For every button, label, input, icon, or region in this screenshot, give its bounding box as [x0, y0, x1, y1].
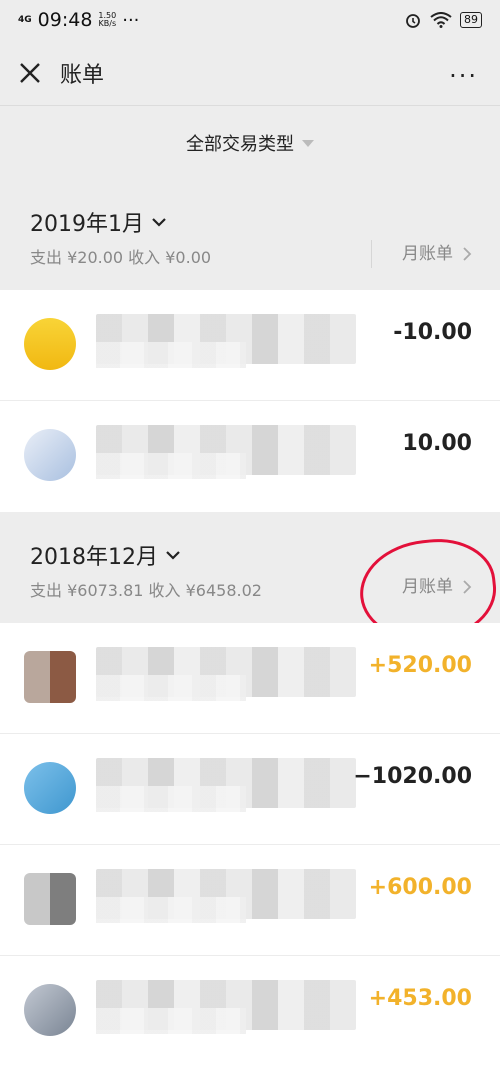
avatar	[24, 984, 76, 1036]
filter-label: 全部交易类型	[186, 134, 294, 155]
monthly-bill-label: 月账单	[402, 244, 453, 264]
status-left: 4G 09:48 1.50 KB/s ···	[18, 9, 139, 31]
caret-down-icon	[302, 139, 314, 147]
transaction-row[interactable]: 10.00	[0, 401, 500, 512]
transaction-row[interactable]: +453.00	[0, 956, 500, 1067]
transaction-time-redacted	[96, 675, 246, 701]
monthly-bill-link[interactable]: 月账单	[371, 240, 472, 268]
more-options-button[interactable]: ···	[449, 62, 478, 90]
transaction-amount: -10.00	[393, 320, 472, 345]
transaction-amount: +600.00	[368, 875, 472, 900]
transaction-time-redacted	[96, 453, 246, 479]
avatar	[24, 873, 76, 925]
transaction-amount: +453.00	[368, 986, 472, 1011]
month-selector[interactable]: 2019年1月	[30, 206, 166, 238]
monthly-bill-label: 月账单	[402, 577, 453, 597]
status-right: 89	[404, 11, 482, 29]
transaction-row[interactable]: +520.00	[0, 623, 500, 734]
transaction-time-redacted	[96, 897, 246, 923]
month-summary: 支出 ¥20.00 收入 ¥0.00	[30, 248, 212, 267]
month-header: 2019年1月 支出 ¥20.00 收入 ¥0.00 月账单	[0, 180, 500, 290]
transaction-amount: 10.00	[402, 431, 472, 456]
transaction-amount: +520.00	[368, 653, 472, 678]
status-dots: ···	[122, 9, 140, 31]
status-bar: 4G 09:48 1.50 KB/s ··· 89	[0, 0, 500, 40]
month-header: 2018年12月 支出 ¥6073.81 收入 ¥6458.02 月账单	[0, 513, 500, 623]
avatar	[24, 651, 76, 703]
avatar	[24, 318, 76, 370]
transaction-type-filter[interactable]: 全部交易类型	[0, 107, 500, 179]
network-speed: 1.50 KB/s	[98, 12, 116, 28]
chevron-down-icon	[152, 218, 166, 227]
transaction-time-redacted	[96, 786, 246, 812]
close-icon[interactable]	[16, 59, 44, 87]
battery-level: 89	[460, 12, 482, 28]
month-selector[interactable]: 2018年12月	[30, 539, 180, 571]
month-title: 2018年12月	[30, 545, 158, 570]
chevron-right-icon	[463, 247, 472, 261]
transaction-list: +520.00 −1020.00 +600.00 +453.00	[0, 623, 500, 1067]
alarm-icon	[406, 14, 420, 28]
month-summary: 支出 ¥6073.81 收入 ¥6458.02	[30, 581, 262, 600]
avatar	[24, 762, 76, 814]
transaction-row[interactable]: -10.00	[0, 290, 500, 401]
monthly-bill-link[interactable]: 月账单	[372, 573, 472, 601]
network-indicator: 4G	[18, 14, 32, 25]
transaction-amount: −1020.00	[353, 764, 472, 789]
avatar	[24, 429, 76, 481]
transaction-row[interactable]: −1020.00	[0, 734, 500, 845]
chevron-right-icon	[463, 580, 472, 594]
wifi-icon	[430, 12, 452, 28]
transaction-time-redacted	[96, 342, 246, 368]
transaction-time-redacted	[96, 1008, 246, 1034]
status-time: 09:48	[37, 9, 93, 31]
month-title: 2019年1月	[30, 212, 144, 237]
transaction-list: -10.00 10.00	[0, 290, 500, 512]
speed-unit: KB/s	[98, 19, 117, 28]
chevron-down-icon	[166, 551, 180, 560]
transaction-row[interactable]: +600.00	[0, 845, 500, 956]
navbar: 账单 ···	[0, 40, 500, 106]
page-title: 账单	[60, 62, 105, 88]
